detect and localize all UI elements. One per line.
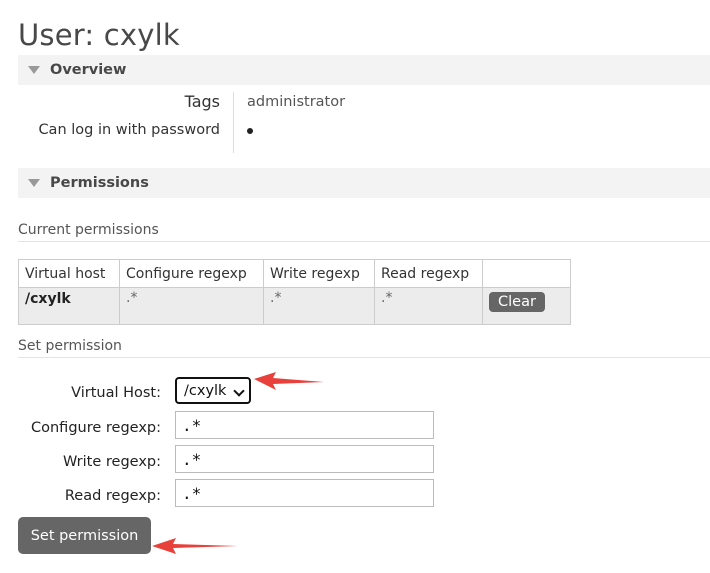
read-regexp-label: Read regexp: bbox=[64, 488, 161, 504]
tags-value: administrator bbox=[247, 94, 346, 110]
configure-regexp-input[interactable] bbox=[175, 411, 434, 439]
tags-label: Tags bbox=[184, 92, 220, 111]
overview-header-label: Overview bbox=[50, 62, 127, 78]
clear-button[interactable]: Clear bbox=[489, 292, 545, 312]
table-header-row: Virtual host Configure regexp Write rege… bbox=[18, 259, 571, 288]
col-write-regexp: Write regexp bbox=[263, 259, 375, 288]
collapse-triangle-icon bbox=[28, 179, 40, 187]
configure-regexp-label: Configure regexp: bbox=[31, 420, 161, 436]
vhost-select-value: /cxylk bbox=[184, 382, 227, 399]
current-permissions-title: Current permissions bbox=[18, 222, 710, 242]
col-read-regexp: Read regexp bbox=[374, 259, 483, 288]
permissions-header-label: Permissions bbox=[50, 175, 149, 191]
password-label: Can log in with password bbox=[38, 122, 220, 138]
cell-write: .* bbox=[263, 287, 375, 325]
permissions-section-header[interactable]: Permissions bbox=[18, 168, 710, 198]
cell-read: .* bbox=[374, 287, 483, 325]
col-virtual-host: Virtual host bbox=[18, 259, 120, 288]
col-configure-regexp: Configure regexp bbox=[119, 259, 264, 288]
read-regexp-input[interactable] bbox=[175, 479, 434, 507]
cell-configure: .* bbox=[119, 287, 264, 325]
cell-action: Clear bbox=[482, 287, 571, 325]
password-enabled-bullet-icon bbox=[247, 128, 253, 134]
overview-divider bbox=[233, 92, 234, 153]
annotation-arrow-icon bbox=[254, 372, 324, 390]
chevron-down-icon bbox=[233, 385, 245, 397]
write-regexp-label: Write regexp: bbox=[63, 454, 161, 470]
page-title: User: cxylk bbox=[18, 18, 180, 52]
set-permission-title: Set permission bbox=[18, 338, 710, 358]
vhost-label: Virtual Host: bbox=[71, 385, 161, 401]
set-permission-button[interactable]: Set permission bbox=[18, 517, 151, 554]
permissions-table: Virtual host Configure regexp Write rege… bbox=[18, 259, 571, 325]
table-row: /cxylk .* .* .* Clear bbox=[18, 287, 571, 325]
col-actions bbox=[482, 259, 571, 288]
vhost-select[interactable]: /cxylk bbox=[175, 377, 251, 404]
overview-section-header[interactable]: Overview bbox=[18, 55, 710, 85]
annotation-arrow-icon bbox=[152, 538, 238, 554]
collapse-triangle-icon bbox=[28, 66, 40, 74]
cell-vhost: /cxylk bbox=[18, 287, 120, 325]
write-regexp-input[interactable] bbox=[175, 445, 434, 473]
